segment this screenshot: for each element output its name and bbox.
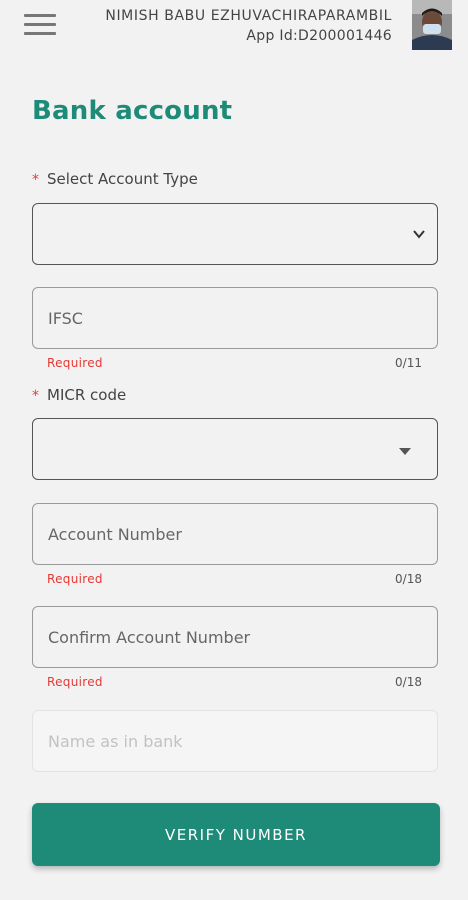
micr-label: * MICR code (32, 386, 126, 404)
ifsc-input[interactable] (32, 287, 438, 349)
account-type-select[interactable] (32, 203, 438, 265)
chevron-down-icon (413, 230, 425, 239)
required-mark: * (32, 388, 39, 404)
account-number-error: Required (47, 572, 103, 586)
account-type-label-text: Select Account Type (47, 170, 198, 188)
ifsc-error: Required (47, 356, 103, 370)
avatar[interactable] (412, 0, 452, 50)
caret-down-icon (399, 448, 411, 455)
micr-select[interactable] (32, 418, 438, 480)
app-header: NIMISH BABU EZHUVACHIRAPARAMBIL App Id:D… (0, 0, 468, 60)
confirm-account-number-error: Required (47, 675, 103, 689)
hamburger-menu-icon[interactable] (24, 14, 56, 38)
ifsc-counter: 0/11 (395, 356, 422, 370)
verify-number-button[interactable]: VERIFY NUMBER (32, 803, 440, 866)
name-in-bank-input[interactable] (32, 710, 438, 772)
account-type-label: * Select Account Type (32, 170, 198, 188)
confirm-account-number-input[interactable] (32, 606, 438, 668)
account-number-input[interactable] (32, 503, 438, 565)
app-id: App Id:D200001446 (246, 28, 392, 44)
confirm-account-number-counter: 0/18 (395, 675, 422, 689)
micr-label-text: MICR code (47, 386, 127, 404)
user-name: NIMISH BABU EZHUVACHIRAPARAMBIL (105, 8, 392, 24)
account-number-counter: 0/18 (395, 572, 422, 586)
page-title: Bank account (32, 96, 233, 126)
required-mark: * (32, 172, 39, 188)
